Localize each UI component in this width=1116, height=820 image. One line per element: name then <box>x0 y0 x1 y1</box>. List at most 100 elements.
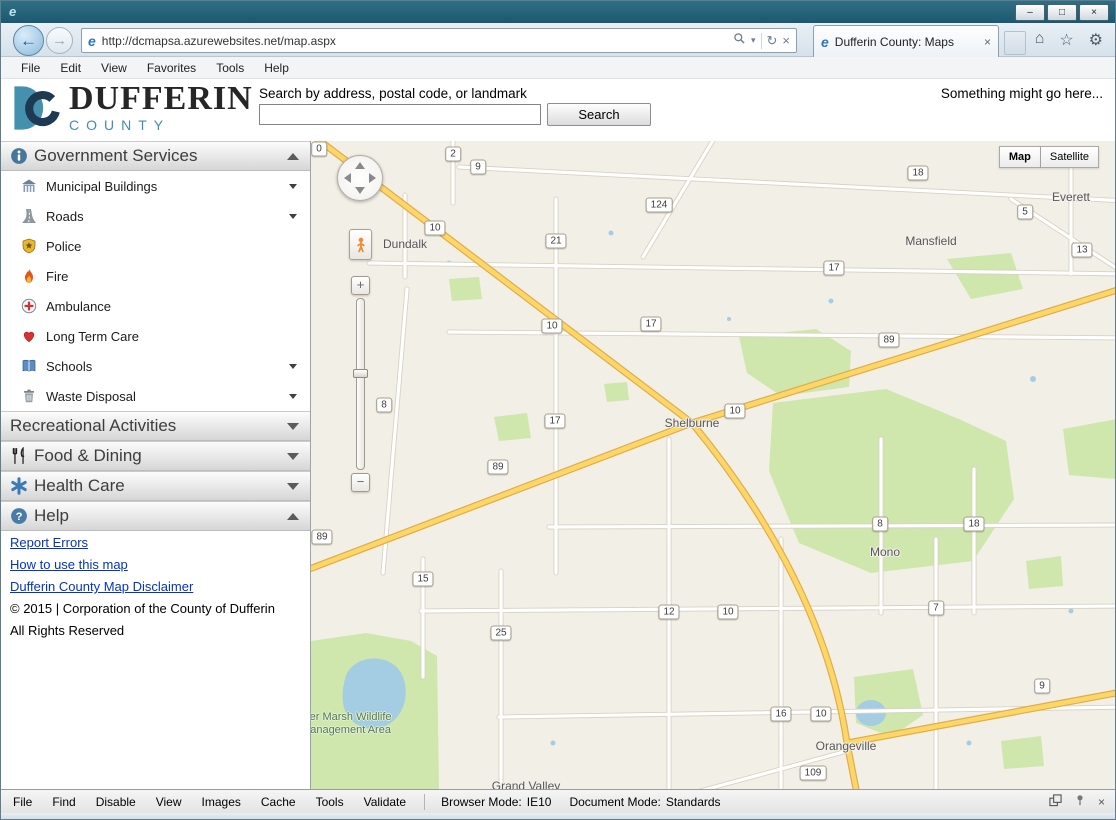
section-header-help[interactable]: ? Help <box>1 501 310 531</box>
devtools-pin-icon[interactable] <box>1074 794 1086 809</box>
menu-tools[interactable]: Tools <box>206 61 254 75</box>
menu-help[interactable]: Help <box>254 61 299 75</box>
devtools-separator <box>424 793 426 810</box>
trash-icon <box>21 388 37 404</box>
zoom-in-button[interactable]: + <box>351 276 370 295</box>
page-header: DUFFERIN COUNTY Search by address, posta… <box>1 79 1115 141</box>
back-button[interactable]: ← <box>13 25 44 56</box>
section-label-health-care: Health Care <box>34 476 125 495</box>
search-input[interactable] <box>259 104 541 125</box>
pan-down-icon <box>355 187 365 194</box>
utensils-icon <box>10 446 28 465</box>
title-bar[interactable]: e – □ × <box>1 1 1115 23</box>
stop-icon[interactable]: × <box>782 33 790 48</box>
url-text[interactable]: http://dcmapsa.azurewebsites.net/map.asp… <box>102 34 727 48</box>
dropdown-arrow-icon[interactable] <box>289 183 297 189</box>
zoom-slider-handle[interactable] <box>353 369 368 378</box>
document-mode-menu[interactable]: Document Mode: <box>569 795 660 809</box>
dropdown-arrow-icon[interactable] <box>289 363 297 369</box>
layer-item-schools[interactable]: Schools <box>1 351 310 381</box>
zoom-slider[interactable] <box>353 298 368 470</box>
road-shield-15: 15 <box>412 571 434 587</box>
road-shield-16: 16 <box>770 706 792 722</box>
devtools-menu-validate[interactable]: Validate <box>354 795 416 809</box>
zoom-out-button[interactable]: − <box>351 473 370 492</box>
layer-item-municipal-buildings[interactable]: Municipal Buildings <box>1 171 310 201</box>
devtools-menu-find[interactable]: Find <box>42 795 85 809</box>
document-mode-value[interactable]: Standards <box>666 795 721 809</box>
menu-favorites[interactable]: Favorites <box>137 61 206 75</box>
menu-view[interactable]: View <box>91 61 137 75</box>
devtools-menu-cache[interactable]: Cache <box>251 795 306 809</box>
pan-up-icon <box>355 162 365 169</box>
dropdown-arrow-icon[interactable] <box>289 213 297 219</box>
search-label: Search by address, postal code, or landm… <box>259 86 527 101</box>
menu-file[interactable]: File <box>11 61 50 75</box>
tab-dufferin-county-maps[interactable]: e Dufferin County: Maps × <box>813 25 999 57</box>
layer-item-fire[interactable]: Fire <box>1 261 310 291</box>
devtools-close-icon[interactable]: × <box>1098 795 1105 809</box>
map-type-satellite-button[interactable]: Satellite <box>1040 146 1099 168</box>
devtools-menu-images[interactable]: Images <box>192 795 251 809</box>
layer-item-police[interactable]: Police <box>1 231 310 261</box>
map-pan-control[interactable] <box>337 155 383 201</box>
menu-edit[interactable]: Edit <box>50 61 91 75</box>
minimize-button[interactable]: – <box>1015 4 1045 21</box>
address-bar[interactable]: e http://dcmapsa.azurewebsites.net/map.a… <box>81 28 797 53</box>
section-header-recreational-activities[interactable]: Recreational Activities <box>1 411 310 441</box>
home-icon[interactable]: ⌂ <box>1035 30 1045 50</box>
link-how-to-use-this-map[interactable]: How to use this map <box>1 553 310 575</box>
search-icon[interactable] <box>733 32 746 50</box>
map-type-map-button[interactable]: Map <box>998 146 1041 168</box>
road-shield-10: 10 <box>717 604 739 620</box>
map[interactable]: 0 2 9 124 18 5 13 10 21 17 10 17 89 8 17 10 89 89 8 18 15 12 1… <box>311 141 1115 789</box>
devtools-menu-view[interactable]: View <box>146 795 192 809</box>
link-dufferin-county-map-disclaimer[interactable]: Dufferin County Map Disclaimer <box>1 575 310 597</box>
ie-page-icon: e <box>88 32 96 49</box>
browser-window: e – □ × ← → e http://dcmapsa.azurewebsit… <box>0 0 1116 820</box>
layer-item-ambulance[interactable]: Ambulance <box>1 291 310 321</box>
shield-icon <box>21 238 37 254</box>
sidebar: Government Services Municipal Buildings Ro… <box>1 141 311 789</box>
section-header-food-dining[interactable]: Food & Dining <box>1 441 310 471</box>
layer-item-roads[interactable]: Roads <box>1 201 310 231</box>
road-shield-18: 18 <box>907 165 929 181</box>
close-button[interactable]: × <box>1079 4 1109 21</box>
map-type-control: Map Satellite <box>998 146 1099 168</box>
dropdown-arrow-icon[interactable] <box>289 393 297 399</box>
section-header-health-care[interactable]: Health Care <box>1 471 310 501</box>
browser-mode-menu[interactable]: Browser Mode: <box>441 795 522 809</box>
road-shield-89: 89 <box>311 529 333 545</box>
road-shield-12: 12 <box>658 604 680 620</box>
forward-button[interactable]: → <box>46 27 73 54</box>
devtools-menu-tools[interactable]: Tools <box>306 795 354 809</box>
road-shield-109: 109 <box>799 765 827 781</box>
town-label-dundalk: Dundalk <box>382 237 428 251</box>
search-button[interactable]: Search <box>547 103 651 126</box>
maximize-button[interactable]: □ <box>1047 4 1077 21</box>
section-header-government-services[interactable]: Government Services <box>1 141 310 171</box>
road-shield-25: 25 <box>490 625 512 641</box>
devtools-undock-icon[interactable] <box>1049 793 1062 810</box>
dc-logo-icon <box>14 85 60 130</box>
new-tab-button[interactable] <box>1004 31 1026 55</box>
browser-mode-value[interactable]: IE10 <box>527 795 552 809</box>
town-label-mono: Mono <box>869 545 901 559</box>
tab-close-icon[interactable]: × <box>984 36 991 48</box>
road-shield-10: 10 <box>724 403 746 419</box>
devtools-menu-disable[interactable]: Disable <box>86 795 146 809</box>
layer-item-waste-disposal[interactable]: Waste Disposal <box>1 381 310 411</box>
link-report-errors[interactable]: Report Errors <box>1 531 310 553</box>
park-label-marsh: ther Marsh WildlifeManagement Area <box>311 711 392 736</box>
layer-item-label: Municipal Buildings <box>46 178 158 194</box>
refresh-icon[interactable]: ↻ <box>767 33 778 49</box>
devtools-menu-file[interactable]: File <box>3 795 42 809</box>
road-shield-89: 89 <box>487 459 509 475</box>
layer-item-long-term-care[interactable]: Long Term Care <box>1 321 310 351</box>
street-view-pegman[interactable] <box>349 229 372 260</box>
expand-arrow-icon <box>287 422 299 430</box>
settings-gear-icon[interactable]: ⚙ <box>1089 30 1103 50</box>
search-provider-caret-icon[interactable]: ▾ <box>751 35 756 46</box>
layer-item-label: Police <box>46 238 82 254</box>
favorites-star-icon[interactable]: ☆ <box>1059 30 1073 50</box>
